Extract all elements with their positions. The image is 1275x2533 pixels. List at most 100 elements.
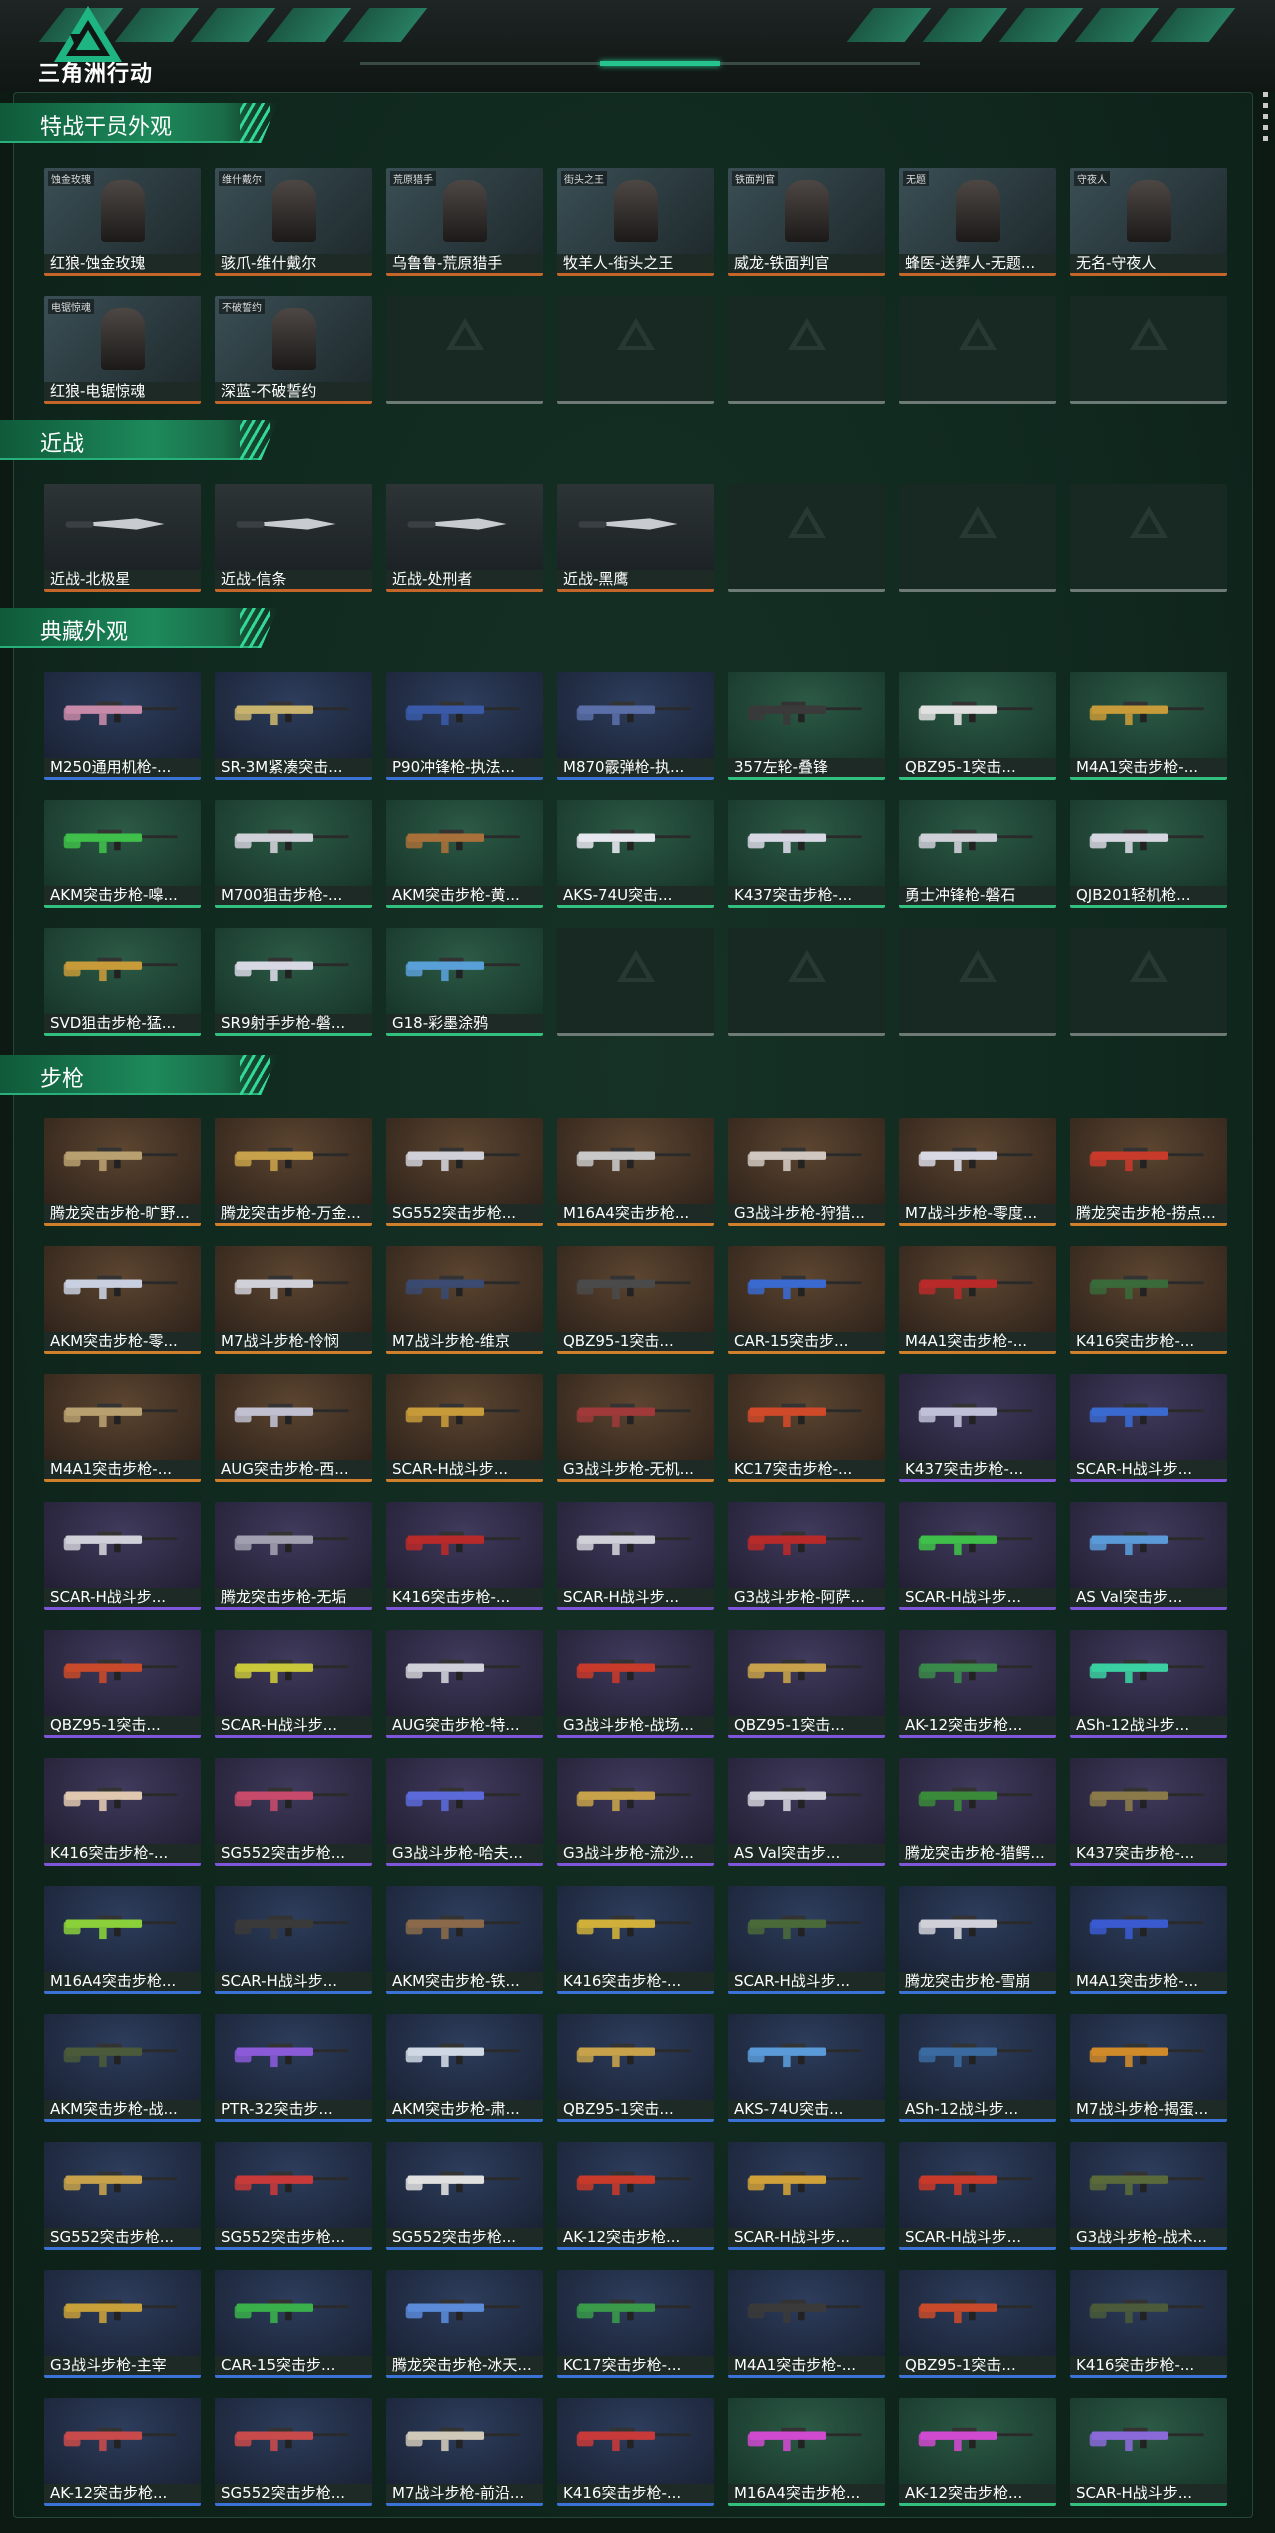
skin-card[interactable]: SCAR-H战斗步...	[1070, 1374, 1227, 1482]
skin-card[interactable]: G3战斗步枪-战场...	[557, 1630, 714, 1738]
skin-card[interactable]: AK-12突击步枪...	[44, 2398, 201, 2506]
skin-card[interactable]: M16A4突击步枪...	[44, 1886, 201, 1994]
skin-card[interactable]: 铁面判官 威龙-铁面判官	[728, 168, 885, 276]
skin-card[interactable]: M7战斗步枪-怜悯	[215, 1246, 372, 1354]
skin-card[interactable]: K416突击步枪-...	[44, 1758, 201, 1866]
skin-card[interactable]: M7战斗步枪-维京	[386, 1246, 543, 1354]
skin-card[interactable]: SCAR-H战斗步...	[44, 1502, 201, 1610]
skin-card[interactable]: 维什戴尔 骇爪-维什戴尔	[215, 168, 372, 276]
skin-card[interactable]: M250通用机枪-...	[44, 672, 201, 780]
skin-card[interactable]: AK-12突击步枪...	[557, 2142, 714, 2250]
skin-card[interactable]: KC17突击步枪-...	[728, 1374, 885, 1482]
skin-card[interactable]: CAR-15突击步...	[728, 1246, 885, 1354]
skin-card[interactable]: M700狙击步枪-...	[215, 800, 372, 908]
skin-card[interactable]: M7战斗步枪-前沿...	[386, 2398, 543, 2506]
skin-card[interactable]: 腾龙突击步枪-无垢	[215, 1502, 372, 1610]
skin-card[interactable]: K416突击步枪-...	[557, 2398, 714, 2506]
skin-card[interactable]: M4A1突击步枪-...	[1070, 1886, 1227, 1994]
skin-card[interactable]: G3战斗步枪-流沙...	[557, 1758, 714, 1866]
skin-card[interactable]: 腾龙突击步枪-万金...	[215, 1118, 372, 1226]
skin-card[interactable]: 近战-信条	[215, 484, 372, 592]
skin-card[interactable]: K437突击步枪-...	[1070, 1758, 1227, 1866]
skin-card[interactable]: 守夜人 无名-守夜人	[1070, 168, 1227, 276]
skin-card[interactable]: SCAR-H战斗步...	[899, 2142, 1056, 2250]
skin-card[interactable]: SR-3M紧凑突击...	[215, 672, 372, 780]
skin-card[interactable]: 勇士冲锋枪-磐石	[899, 800, 1056, 908]
skin-card[interactable]: AS Val突击步...	[728, 1758, 885, 1866]
skin-card[interactable]: 357左轮-叠锋	[728, 672, 885, 780]
skin-card[interactable]: QBZ95-1突击...	[557, 2014, 714, 2122]
skin-card[interactable]: SG552突击步枪...	[44, 2142, 201, 2250]
skin-card[interactable]: SG552突击步枪...	[386, 1118, 543, 1226]
skin-card[interactable]: M16A4突击步枪...	[557, 1118, 714, 1226]
skin-card[interactable]: PTR-32突击步...	[215, 2014, 372, 2122]
skin-card[interactable]: SG552突击步枪...	[386, 2142, 543, 2250]
skin-card[interactable]: M4A1突击步枪-...	[899, 1246, 1056, 1354]
skin-card[interactable]: M4A1突击步枪-...	[728, 2270, 885, 2378]
skin-card[interactable]: SCAR-H战斗步...	[728, 2142, 885, 2250]
skin-card[interactable]: AKM突击步枪-铁...	[386, 1886, 543, 1994]
skin-card[interactable]: SCAR-H战斗步...	[386, 1374, 543, 1482]
skin-card[interactable]: 腾龙突击步枪-旷野...	[44, 1118, 201, 1226]
skin-card[interactable]: SCAR-H战斗步...	[728, 1886, 885, 1994]
skin-card[interactable]: SG552突击步枪...	[215, 1758, 372, 1866]
skin-card[interactable]: 近战-黑鹰	[557, 484, 714, 592]
skin-card[interactable]: AUG突击步枪-西...	[215, 1374, 372, 1482]
skin-card[interactable]: AK-12突击步枪...	[899, 2398, 1056, 2506]
skin-card[interactable]: M16A4突击步枪...	[728, 2398, 885, 2506]
skin-card[interactable]: 无题 蜂医-送葬人-无题...	[899, 168, 1056, 276]
skin-card[interactable]: K416突击步枪-...	[1070, 2270, 1227, 2378]
skin-card[interactable]: G3战斗步枪-主宰	[44, 2270, 201, 2378]
skin-card[interactable]: 腾龙突击步枪-雪崩	[899, 1886, 1056, 1994]
skin-card[interactable]: G3战斗步枪-战术...	[1070, 2142, 1227, 2250]
skin-card[interactable]: QBZ95-1突击...	[899, 672, 1056, 780]
skin-card[interactable]: QBZ95-1突击...	[44, 1630, 201, 1738]
skin-card[interactable]: P90冲锋枪-执法...	[386, 672, 543, 780]
skin-card[interactable]: SVD狙击步枪-猛...	[44, 928, 201, 1036]
skin-card[interactable]: SCAR-H战斗步...	[899, 1502, 1056, 1610]
skin-card[interactable]: ASh-12战斗步...	[899, 2014, 1056, 2122]
more-menu-icon[interactable]	[1263, 92, 1269, 141]
skin-card[interactable]: ASh-12战斗步...	[1070, 1630, 1227, 1738]
skin-card[interactable]: SCAR-H战斗步...	[557, 1502, 714, 1610]
skin-card[interactable]: M7战斗步枪-零度...	[899, 1118, 1056, 1226]
skin-card[interactable]: G3战斗步枪-哈夫...	[386, 1758, 543, 1866]
skin-card[interactable]: G3战斗步枪-狩猎...	[728, 1118, 885, 1226]
skin-card[interactable]: M7战斗步枪-揭蛋...	[1070, 2014, 1227, 2122]
skin-card[interactable]: SCAR-H战斗步...	[1070, 2398, 1227, 2506]
skin-card[interactable]: AK-12突击步枪...	[899, 1630, 1056, 1738]
skin-card[interactable]: K416突击步枪-...	[386, 1502, 543, 1610]
skin-card[interactable]: AKM突击步枪-嗥...	[44, 800, 201, 908]
skin-card[interactable]: G3战斗步枪-无机...	[557, 1374, 714, 1482]
skin-card[interactable]: M4A1突击步枪-...	[44, 1374, 201, 1482]
skin-card[interactable]: AS Val突击步...	[1070, 1502, 1227, 1610]
skin-card[interactable]: M4A1突击步枪-...	[1070, 672, 1227, 780]
skin-card[interactable]: K416突击步枪-...	[1070, 1246, 1227, 1354]
skin-card[interactable]: G18-彩墨涂鸦	[386, 928, 543, 1036]
skin-card[interactable]: AKM突击步枪-战...	[44, 2014, 201, 2122]
skin-card[interactable]: SCAR-H战斗步...	[215, 1630, 372, 1738]
skin-card[interactable]: CAR-15突击步...	[215, 2270, 372, 2378]
skin-card[interactable]: K437突击步枪-...	[899, 1374, 1056, 1482]
skin-card[interactable]: QJB201轻机枪...	[1070, 800, 1227, 908]
skin-card[interactable]: 近战-处刑者	[386, 484, 543, 592]
skin-card[interactable]: SG552突击步枪...	[215, 2142, 372, 2250]
skin-card[interactable]: AKM突击步枪-黄...	[386, 800, 543, 908]
skin-card[interactable]: 街头之王 牧羊人-街头之王	[557, 168, 714, 276]
skin-card[interactable]: SCAR-H战斗步...	[215, 1886, 372, 1994]
skin-card[interactable]: 蚀金玫瑰 红狼-蚀金玫瑰	[44, 168, 201, 276]
skin-card[interactable]: 近战-北极星	[44, 484, 201, 592]
skin-card[interactable]: 荒原猎手 乌鲁鲁-荒原猎手	[386, 168, 543, 276]
skin-card[interactable]: K416突击步枪-...	[557, 1886, 714, 1994]
skin-card[interactable]: 不破誓约 深蓝-不破誓约	[215, 296, 372, 404]
skin-card[interactable]: SG552突击步枪...	[215, 2398, 372, 2506]
skin-card[interactable]: 腾龙突击步枪-冰天...	[386, 2270, 543, 2378]
skin-card[interactable]: 电锯惊魂 红狼-电锯惊魂	[44, 296, 201, 404]
skin-card[interactable]: AUG突击步枪-特...	[386, 1630, 543, 1738]
skin-card[interactable]: SR9射手步枪-磐...	[215, 928, 372, 1036]
skin-card[interactable]: 腾龙突击步枪-捞点...	[1070, 1118, 1227, 1226]
skin-card[interactable]: K437突击步枪-...	[728, 800, 885, 908]
skin-card[interactable]: QBZ95-1突击...	[557, 1246, 714, 1354]
skin-card[interactable]: AKS-74U突击...	[557, 800, 714, 908]
skin-card[interactable]: AKM突击步枪-零...	[44, 1246, 201, 1354]
